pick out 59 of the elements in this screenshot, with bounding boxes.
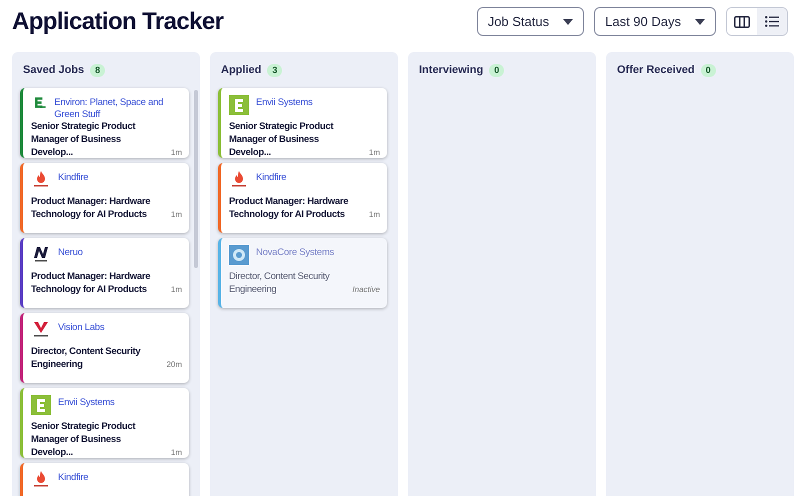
filter-dropdown[interactable]: Job Status xyxy=(476,7,584,36)
job-title: Director, Content Security Engineering xyxy=(229,270,331,296)
time-label: 1m xyxy=(368,147,380,159)
time-label: 1m xyxy=(170,447,182,459)
company-name: NovaCore Systems xyxy=(256,246,334,259)
scrollbar[interactable] xyxy=(194,90,198,268)
flame-logo xyxy=(31,170,51,188)
count-badge: 0 xyxy=(700,64,716,76)
flame-logo xyxy=(229,170,249,188)
company-logo xyxy=(31,245,51,263)
job-card[interactable]: Vision Labs Director, Content Security Engineering 20m xyxy=(20,313,189,383)
company-name: Envii Systems xyxy=(58,396,115,409)
column-title: Offer Received xyxy=(617,62,695,78)
job-title: Product Manager: Hardware Technology for AI Products xyxy=(31,195,152,221)
count-badge: 3 xyxy=(267,64,282,76)
company-name: Kindfire xyxy=(58,171,88,184)
job-card[interactable]: Environ: Planet, Space and Green Stuff Senior Strategic Product Manager of Business Develop... 1m xyxy=(20,88,189,158)
company-logo xyxy=(229,95,249,115)
job-title: Senior Strategic Product Manager of Business Develop... xyxy=(31,120,136,159)
column-title: Saved Jobs xyxy=(23,62,84,78)
job-title: Senior Strategic Product Manager of Business Develop... xyxy=(229,120,334,159)
column-title: Interviewing xyxy=(419,62,484,78)
company-name: Vision Labs xyxy=(58,321,104,334)
company-logo xyxy=(31,395,51,415)
job-card[interactable]: Kindfire Product Manager: Hardware Technology for AI Products 1m xyxy=(20,163,189,233)
job-card[interactable]: Kindfire Product Manager: Hardware Technology for AI Products 1m xyxy=(218,163,387,233)
job-title: Senior Strategic Product Manager of Business Develop... xyxy=(31,420,136,459)
job-title: Director, Content Security Engineering xyxy=(31,345,142,371)
job-card[interactable]: Neruo Product Manager: Hardware Technology for AI Products 1m xyxy=(20,238,189,308)
job-title: Product Manager: Hardware Technology for AI Products xyxy=(229,195,350,221)
count-badge: 0 xyxy=(489,64,504,76)
company-logo xyxy=(31,320,51,338)
columns-icon xyxy=(734,16,750,28)
company-name: Neruo xyxy=(58,246,83,259)
filter-dropdown[interactable]: Last 90 Days xyxy=(594,7,716,36)
status-label: Inactive xyxy=(352,284,380,296)
caret-icon xyxy=(563,18,574,24)
caret-icon xyxy=(695,18,705,24)
column-title: Applied xyxy=(221,62,262,78)
job-card[interactable]: Envii Systems Senior Strategic Product Manager of Business Develop... 1m xyxy=(218,88,387,158)
count-badge: 8 xyxy=(90,64,106,76)
job-card[interactable]: NovaCore Systems Director, Content Security Engineering Inactive xyxy=(218,238,387,308)
job-card[interactable]: Kindfire xyxy=(20,463,189,496)
company-name: Kindfire xyxy=(256,171,286,184)
time-label: 1m xyxy=(170,209,182,221)
time-label: 1m xyxy=(170,147,182,159)
time-label: 1m xyxy=(170,284,182,296)
company-name: Kindfire xyxy=(58,471,88,484)
list-view-button[interactable] xyxy=(757,8,787,35)
job-card[interactable]: Envii Systems Senior Strategic Product Manager of Business Develop... 1m xyxy=(20,388,189,458)
company-name: Envii Systems xyxy=(256,96,313,109)
flame-logo xyxy=(31,470,51,488)
list-icon xyxy=(765,16,779,27)
time-label: 20m xyxy=(166,359,182,371)
company-name: Environ: Planet, Space and Green Stuff xyxy=(54,96,164,121)
time-label: 1m xyxy=(368,209,380,221)
company-logo xyxy=(229,245,249,265)
page-title: Application Tracker xyxy=(12,6,224,36)
job-title: Product Manager: Hardware Technology for AI Products xyxy=(31,270,152,296)
